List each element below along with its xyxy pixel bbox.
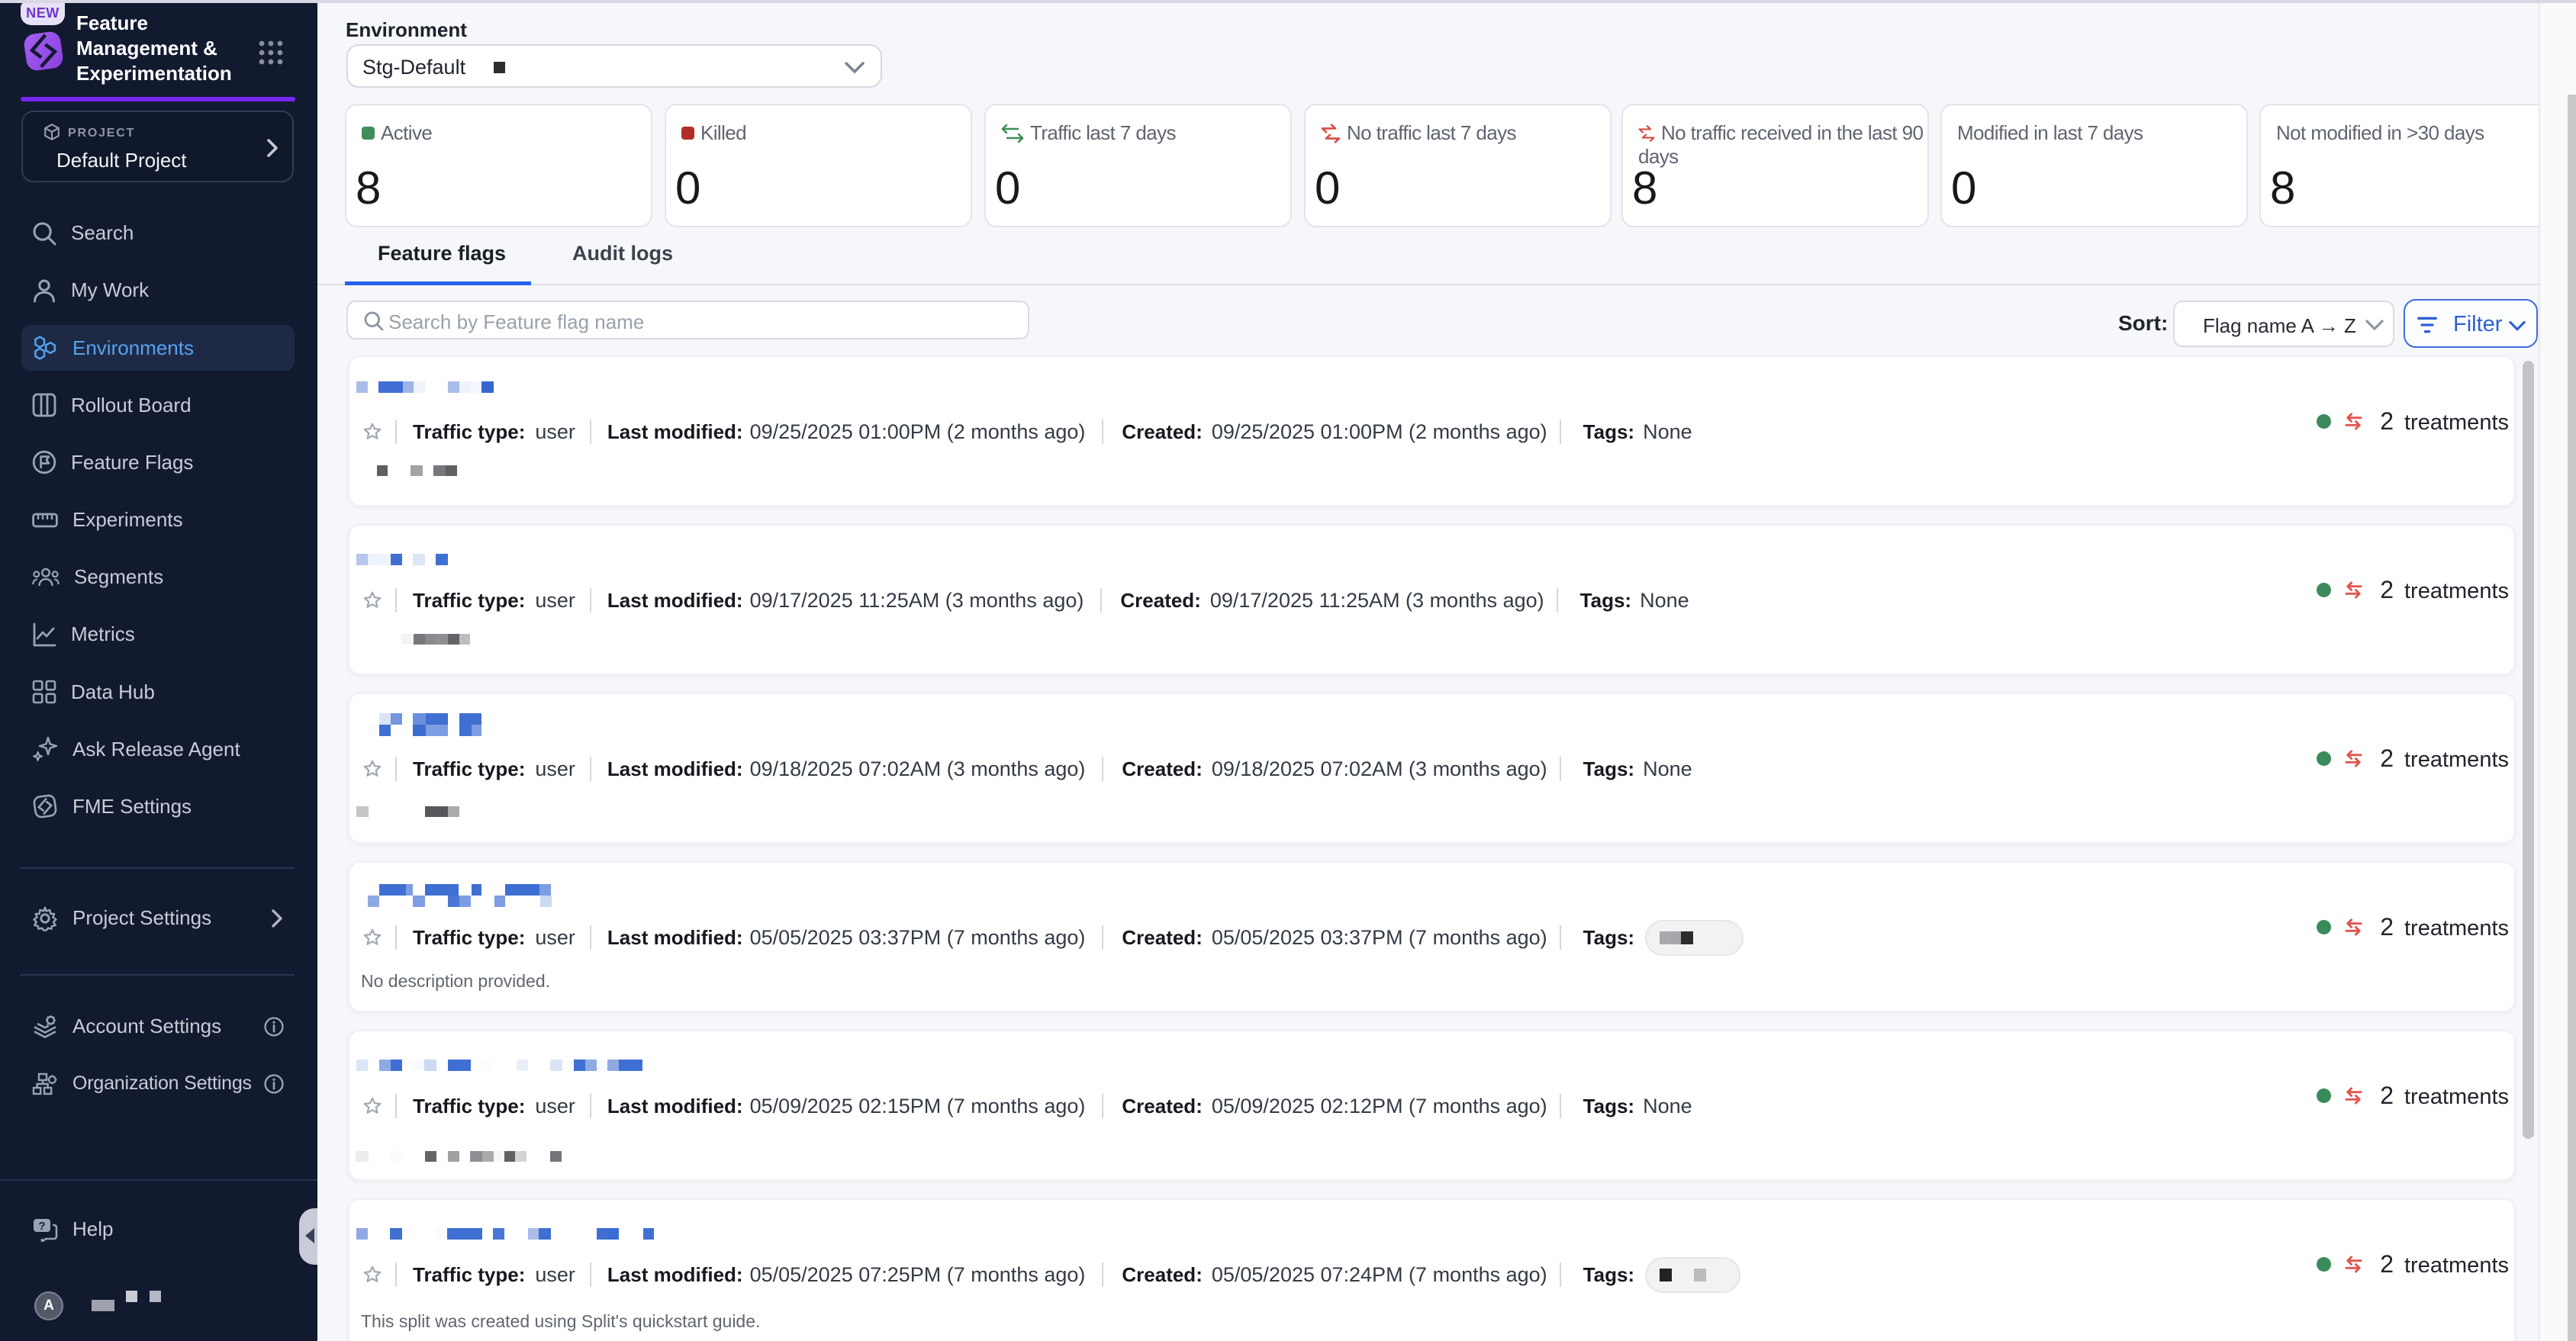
svg-text:?: ? (38, 1220, 45, 1233)
